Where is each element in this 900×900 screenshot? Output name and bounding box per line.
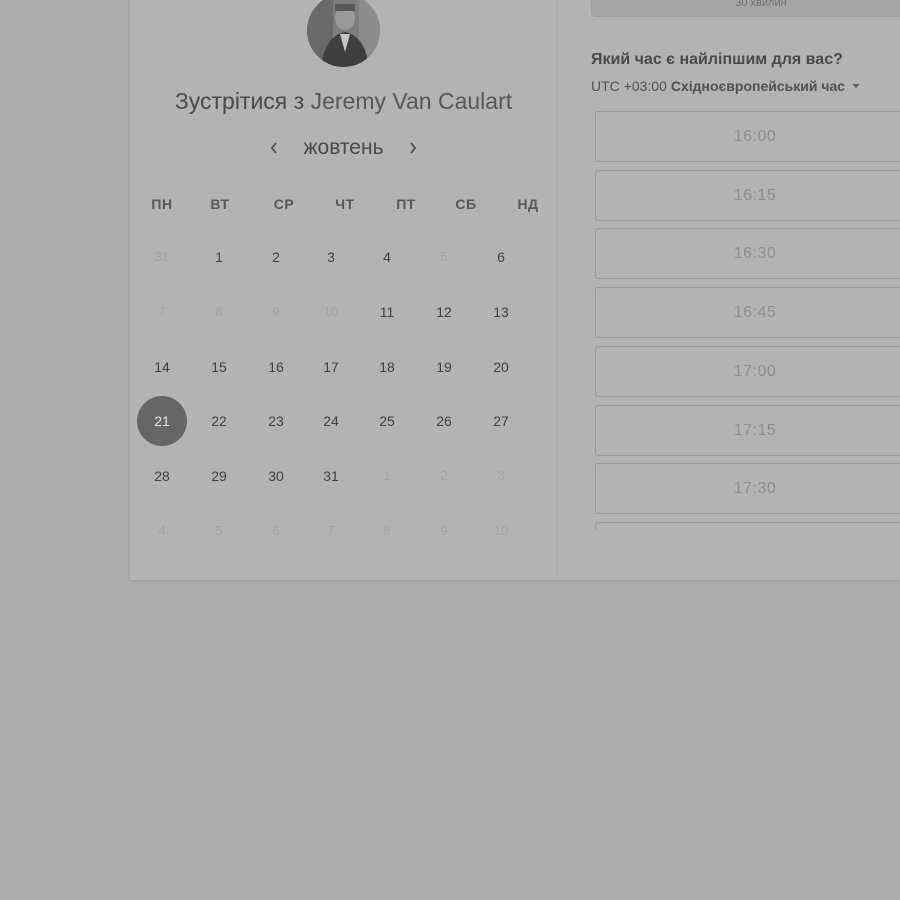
page-title: Зустрітися з Jeremy Van Caulart — [130, 88, 557, 115]
time-pane: 30 хвилин Який час є найліпшим для вас? … — [558, 0, 900, 580]
calendar-day: 4 — [158, 523, 166, 538]
title-prefix: Зустрітися з — [174, 88, 305, 114]
calendar-day[interactable]: 20 — [481, 357, 521, 377]
timezone-selector[interactable]: UTC +03:00 Східноєвропейський час — [591, 78, 861, 94]
chevron-left-icon[interactable] — [267, 141, 281, 155]
time-slot-button[interactable]: 16:15 — [595, 169, 900, 221]
calendar-day[interactable]: 3 — [311, 247, 351, 267]
time-slot-button[interactable]: 16:30 — [595, 228, 900, 280]
calendar-day[interactable]: 26 — [424, 411, 464, 431]
calendar-day[interactable]: 31 — [311, 466, 351, 486]
calendar-day[interactable]: 25 — [367, 411, 407, 431]
avatar — [307, 0, 380, 67]
caret-down-icon — [852, 84, 861, 88]
weekday-label: ВТ — [210, 196, 230, 212]
weekday-label: ЧТ — [335, 196, 355, 212]
calendar-pane: Зустрітися з Jeremy Van Caulart жовтень … — [130, 0, 558, 580]
calendar-day[interactable]: 24 — [311, 411, 351, 431]
calendar-day[interactable]: 2 — [256, 247, 296, 267]
calendar-day: 9 — [272, 304, 280, 319]
calendar-day[interactable]: 17 — [311, 357, 351, 377]
timezone-name: Східноєвропейський час — [670, 78, 846, 94]
calendar-day: 7 — [327, 523, 335, 538]
calendar-day: 7 — [158, 304, 166, 319]
month-navigation: жовтень — [130, 134, 557, 162]
time-slot-button[interactable]: 16:45 — [595, 287, 900, 339]
calendar-day: 10 — [493, 523, 509, 538]
calendar-day[interactable]: 11 — [367, 302, 407, 322]
calendar-day[interactable]: 12 — [424, 302, 464, 322]
weekday-label: НД — [517, 196, 539, 212]
calendar-day[interactable]: 30 — [256, 466, 296, 486]
calendar-day: 8 — [383, 523, 391, 538]
timezone-offset: UTC +03:00 — [591, 78, 667, 94]
time-slot-button[interactable]: 17:30 — [595, 463, 900, 515]
calendar-day[interactable]: 4 — [367, 247, 407, 267]
calendar-day[interactable]: 6 — [481, 247, 521, 267]
calendar-day-selected[interactable]: 21 — [137, 396, 187, 446]
calendar-day[interactable]: 14 — [142, 357, 182, 377]
time-slot-button[interactable] — [595, 521, 900, 530]
weekday-label: ПН — [151, 196, 173, 212]
calendar-day: 5 — [440, 249, 448, 264]
time-slot-button[interactable]: 17:15 — [595, 404, 900, 456]
month-label: жовтень — [303, 136, 384, 159]
calendar-day: 5 — [215, 523, 223, 538]
calendar-day[interactable]: 1 — [199, 247, 239, 267]
calendar-day[interactable]: 27 — [481, 411, 521, 431]
time-slot-list: 16:00 16:15 16:30 16:45 17:00 17:15 17:30 — [595, 111, 900, 530]
booking-card: Зустрітися з Jeremy Van Caulart жовтень … — [130, 0, 900, 580]
calendar-day: 6 — [272, 523, 280, 538]
calendar-day: 31 — [154, 249, 170, 264]
calendar-day: 9 — [440, 523, 448, 538]
duration-badge: 30 хвилин — [591, 0, 900, 17]
time-question: Який час є найліпшим для вас? — [591, 51, 843, 68]
calendar-day: 10 — [323, 304, 339, 319]
calendar-day[interactable]: 18 — [367, 357, 407, 377]
host-name: Jeremy Van Caulart — [310, 88, 513, 114]
calendar-day: 2 — [440, 468, 448, 483]
weekday-label: ПТ — [396, 196, 416, 212]
calendar-day: 1 — [383, 468, 391, 483]
calendar-day[interactable]: 15 — [199, 357, 239, 377]
time-slot-button[interactable]: 17:00 — [595, 345, 900, 397]
calendar-day[interactable]: 19 — [424, 357, 464, 377]
calendar-day[interactable]: 28 — [142, 466, 182, 486]
calendar-day[interactable]: 22 — [199, 411, 239, 431]
calendar-day[interactable]: 16 — [256, 357, 296, 377]
calendar-day[interactable]: 29 — [199, 466, 239, 486]
weekday-label: СР — [273, 196, 295, 212]
weekday-label: СБ — [455, 196, 477, 212]
calendar-day[interactable]: 13 — [481, 302, 521, 322]
calendar-day: 3 — [497, 468, 505, 483]
calendar-day[interactable]: 23 — [256, 411, 296, 431]
time-slot-button[interactable]: 16:00 — [595, 111, 900, 162]
calendar-day: 8 — [215, 304, 223, 319]
chevron-right-icon[interactable] — [406, 141, 420, 155]
